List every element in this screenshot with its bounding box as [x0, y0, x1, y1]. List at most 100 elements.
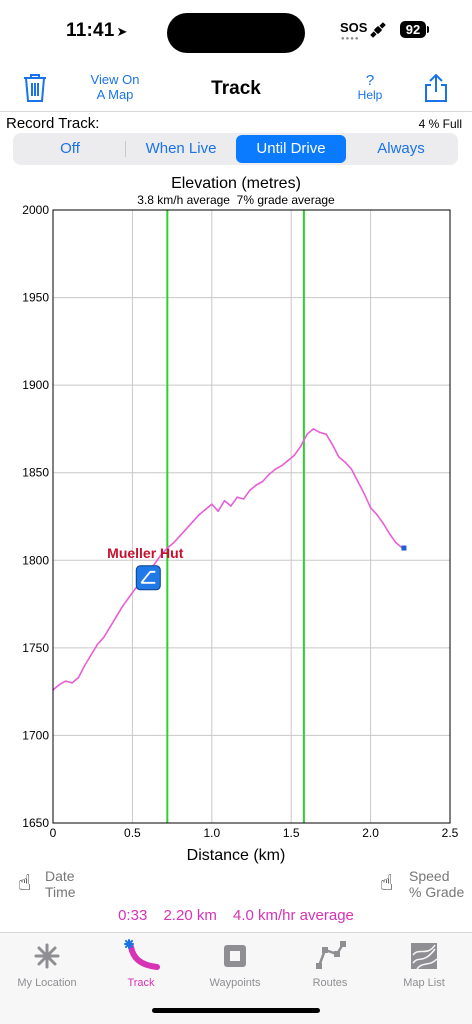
tab-routes[interactable]: Routes: [290, 939, 370, 989]
nav-bar: View On A Map Track ? Help: [0, 62, 472, 112]
date-time-label: Date Time: [45, 868, 76, 900]
routes-icon: [290, 939, 370, 973]
x-tick-label: 1.5: [283, 826, 300, 840]
storage-full-label: 4 % Full: [418, 117, 462, 131]
elevation-point: [109, 626, 111, 628]
tab-waypoints[interactable]: Waypoints: [195, 939, 275, 989]
elevation-point: [242, 498, 245, 500]
chart-x-axis-label: Distance (km): [187, 847, 286, 864]
elevation-point: [115, 615, 118, 618]
track-average-speed: 4.0 km/hr average: [233, 907, 354, 924]
elevation-point: [185, 527, 188, 530]
x-tick-label: 0: [50, 826, 57, 840]
elevation-point: [268, 473, 270, 476]
record-mode-control: Off When Live Until Drive Always: [13, 133, 458, 165]
satellite-icon: [368, 20, 388, 45]
elevation-point: [198, 513, 200, 516]
track-summary: 0:33 2.20 km 4.0 km/hr average: [0, 907, 472, 924]
elevation-point: [388, 533, 391, 535]
elevation-series-line: [52, 428, 403, 691]
tab-map-list[interactable]: Map List: [384, 939, 464, 989]
chart-series: [52, 428, 404, 691]
x-tick-label: 2.5: [442, 826, 459, 840]
elevation-point: [280, 464, 283, 467]
battery-tip: [427, 26, 429, 33]
elevation-point: [211, 503, 213, 506]
elevation-point: [369, 506, 372, 509]
elevation-point: [357, 480, 359, 483]
record-option-always[interactable]: Always: [346, 135, 456, 163]
trash-button[interactable]: [20, 72, 50, 104]
track-end-marker: [401, 545, 407, 551]
elevation-point: [350, 468, 353, 471]
chart-markers: Mueller Hut: [107, 545, 407, 591]
x-tick-label: 2.0: [362, 826, 379, 840]
chart-subtitle: 3.8 km/h average 7% grade average: [137, 193, 335, 207]
status-bar: 11:41 ➤ SOS ●●●● 92: [0, 0, 472, 62]
waypoints-icon: [195, 939, 275, 973]
pointing-hand-icon: ☝: [18, 870, 32, 895]
share-button[interactable]: [422, 72, 450, 104]
y-tick-label: 1800: [22, 553, 49, 567]
elevation-point: [204, 508, 207, 511]
elevation-point: [363, 492, 366, 495]
tab-label-map-list: Map List: [403, 977, 445, 989]
chart-axes: 1650 1700 1750 1800 1850 1900 1950 2000 0 0.5 1.0 1…: [22, 203, 458, 840]
elevation-point: [179, 534, 181, 537]
elevation-point: [331, 443, 334, 446]
tab-label-track: Track: [127, 977, 155, 989]
elevation-point: [172, 541, 175, 544]
elevation-point: [382, 522, 385, 525]
map-list-icon: [384, 939, 464, 973]
track-icon: [101, 939, 181, 973]
elevation-point: [299, 445, 302, 448]
elevation-point: [96, 643, 99, 646]
elevation-point: [90, 654, 92, 656]
elevation-point: [236, 496, 239, 499]
waypoint-label: Mueller Hut: [107, 545, 184, 561]
status-time: 11:41 ➤: [66, 20, 128, 41]
pointing-hand-icon: ☝: [380, 870, 394, 895]
elevation-point: [191, 520, 194, 523]
elevation-chart[interactable]: Elevation (metres) 3.8 km/h average 7% g…: [0, 168, 472, 868]
chart-grid: [52, 209, 451, 824]
y-tick-label: 1650: [22, 816, 49, 830]
view-map-line1: View On: [90, 72, 140, 87]
my-location-icon: [7, 939, 87, 973]
elevation-point: [58, 683, 61, 686]
elevation-point: [64, 680, 67, 682]
tab-track[interactable]: Track: [101, 939, 181, 989]
elevation-point: [274, 468, 277, 471]
tab-label-waypoints: Waypoints: [209, 977, 261, 989]
elevation-point: [395, 541, 397, 544]
help-button[interactable]: ? Help: [352, 73, 388, 102]
track-distance: 2.20 km: [163, 907, 217, 924]
signal-dots: ●●●●: [341, 36, 360, 42]
elevation-point: [122, 605, 124, 607]
y-tick-label: 2000: [22, 203, 49, 217]
elevation-point: [230, 505, 232, 507]
sos-indicator: SOS: [340, 20, 368, 35]
track-duration: 0:33: [118, 907, 148, 924]
tab-my-location[interactable]: My Location: [7, 939, 87, 989]
dynamic-island: [167, 13, 305, 53]
page-title: Track: [211, 78, 261, 99]
elevation-point: [312, 428, 315, 430]
share-icon: [425, 73, 447, 102]
elevation-point: [83, 664, 86, 667]
view-on-map-button[interactable]: View On A Map: [80, 72, 150, 102]
elevation-point: [255, 484, 258, 486]
speed-grade-label: Speed% Grade: [409, 868, 465, 900]
hut-waypoint-icon: [135, 565, 161, 591]
elevation-point: [71, 682, 73, 684]
waypoint-icon-bg: [135, 565, 161, 591]
record-option-off[interactable]: Off: [15, 135, 125, 163]
chart-vlines: [166, 210, 305, 823]
record-option-when-live[interactable]: When Live: [126, 135, 236, 163]
elevation-point: [325, 433, 327, 435]
elevation-point: [249, 489, 251, 492]
battery-indicator: 92: [400, 21, 426, 38]
elevation-point: [134, 587, 137, 590]
record-option-until-drive[interactable]: Until Drive: [236, 135, 346, 163]
elevation-point: [77, 676, 80, 679]
